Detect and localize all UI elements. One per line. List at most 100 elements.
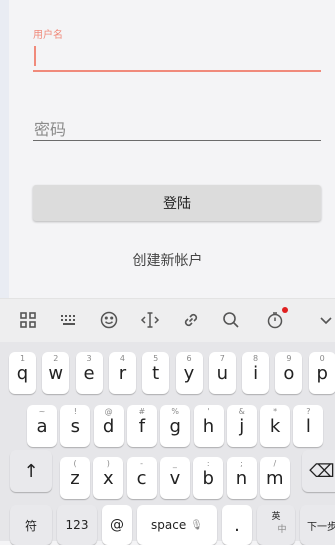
key-v[interactable]: _ v [159,457,190,499]
key-l[interactable]: ? l [293,405,324,447]
key-t[interactable]: 5t [142,352,170,394]
key-e[interactable]: 3e [75,352,103,394]
period-key[interactable]: . [222,505,252,545]
key-label: b [202,467,214,489]
key-x[interactable]: ) x [93,457,124,499]
grid-icon[interactable] [17,309,39,331]
emoji-icon[interactable] [98,309,120,331]
key-hint: 6 [186,354,192,363]
key-hint: ? [306,407,311,416]
key-hint: ; [240,459,243,468]
username-label: 用户名 [33,30,63,41]
key-hint: 1 [19,354,26,363]
lang-top-label: 英 [271,512,281,522]
key-label: e [83,362,95,384]
key-label: h [202,415,215,437]
key-hint: _ [172,459,177,468]
text-caret [34,46,36,66]
key-h[interactable]: ' h [193,405,224,447]
key-s[interactable]: ! s [60,405,91,447]
key-label: c [136,467,147,489]
key-label: r [118,362,127,384]
next-key[interactable]: 下一步 [300,505,335,545]
key-j[interactable]: & j [226,405,257,447]
key-hint: * [273,407,278,416]
key-a[interactable]: ~ a [27,405,57,447]
keyboard-icon[interactable] [58,309,80,331]
key-g[interactable]: % g [160,405,191,447]
key-p[interactable]: 0p [308,352,335,394]
soft-keyboard: ↑ ⌫ 符 123 @ space 🎙 . 英 中 下一步 1q2w3e4r5t… [0,342,335,545]
shift-icon: ↑ [23,460,39,482]
key-hint: ' [207,407,210,416]
key-k[interactable]: * k [260,405,291,447]
space-label: space [151,518,187,532]
language-key[interactable]: 英 中 [257,505,295,545]
notification-dot [282,307,288,313]
key-label: i [253,362,259,384]
numbers-key[interactable]: 123 [57,505,97,545]
key-hint: 4 [119,354,125,363]
key-label: a [36,415,48,437]
key-y[interactable]: 6y [175,352,203,394]
key-hint: # [138,407,146,416]
key-hint: & [238,407,245,416]
symbols-key[interactable]: 符 [10,505,52,545]
key-label: s [70,415,80,437]
mic-icon: 🎙 [190,519,203,531]
key-c[interactable]: -c [126,457,157,499]
key-hint: % [171,407,179,416]
password-placeholder: 密码 [34,120,67,139]
space-key[interactable]: space 🎙 [137,505,217,545]
key-n[interactable]: ; n [226,457,257,499]
key-i[interactable]: 8i [242,352,270,394]
login-button[interactable]: 登陆 [33,185,321,221]
key-hint: / [273,459,277,468]
period-label: . [234,514,240,536]
key-o[interactable]: 9o [275,352,303,394]
key-r[interactable]: 4r [108,352,136,394]
timer-icon[interactable] [264,307,288,331]
key-m[interactable]: / m [259,457,290,499]
login-form: 用户名 密码 登陆 创建新帐户 [9,0,335,298]
cursor-move-icon[interactable] [139,309,161,331]
create-account-link[interactable]: 创建新帐户 [0,250,335,270]
key-b[interactable]: :b [193,457,224,499]
key-hint: - [140,459,144,468]
key-label: u [216,362,228,384]
link-icon[interactable] [180,309,202,331]
chevron-down-icon[interactable] [315,309,335,331]
search-icon[interactable] [220,309,242,331]
key-d[interactable]: @ d [93,405,124,447]
key-q[interactable]: 1q [9,352,36,394]
key-hint: ~ [38,407,46,416]
key-z[interactable]: (z [60,457,90,499]
numbers-label: 123 [65,518,89,532]
key-label: w [48,362,64,384]
key-label: p [316,362,328,384]
key-label: q [16,362,29,384]
username-input[interactable] [33,42,321,72]
key-u[interactable]: 7u [208,352,236,394]
key-hint: 7 [219,354,225,363]
key-label: n [235,467,248,489]
key-hint: 3 [86,354,92,363]
key-label: f [138,415,146,437]
key-hint: : [206,459,210,468]
key-label: k [269,415,281,437]
key-label: o [283,362,295,384]
backspace-key[interactable]: ⌫ [302,450,335,492]
key-label: z [70,467,80,489]
key-hint: @ [104,407,113,416]
key-label: d [102,415,115,437]
next-label: 下一步 [307,521,335,533]
key-f[interactable]: # f [126,405,157,447]
key-label: j [239,415,245,437]
shift-key[interactable]: ↑ [10,450,52,492]
at-key[interactable]: @ [102,505,132,545]
symbols-label: 符 [24,518,37,533]
password-input[interactable]: 密码 [33,112,321,141]
key-label: v [169,467,181,489]
backspace-icon: ⌫ [309,460,335,482]
key-w[interactable]: 2w [42,352,70,394]
